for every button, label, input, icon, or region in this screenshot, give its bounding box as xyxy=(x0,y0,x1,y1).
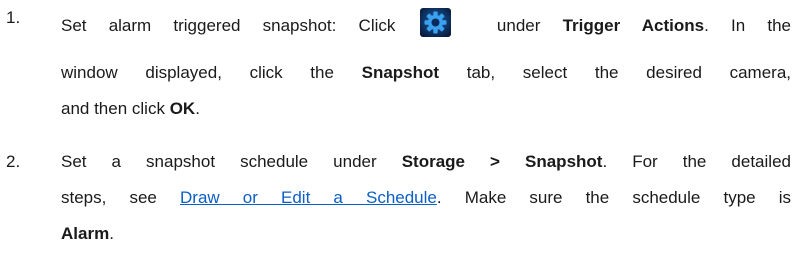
step-1-line-3: and then click OK. xyxy=(61,99,200,119)
step-text: steps, see xyxy=(61,188,180,207)
draw-or-edit-schedule-link[interactable]: Draw or Edit a Schedule xyxy=(180,188,437,207)
step-2-line-2: steps, see Draw or Edit a Schedule. Make… xyxy=(61,188,791,208)
step-text: Set alarm triggered snapshot: Click xyxy=(61,16,396,35)
step-text: under xyxy=(474,16,563,35)
settings-gear-icon xyxy=(419,8,451,37)
ui-term-storage-snapshot: Storage > Snapshot xyxy=(401,152,603,171)
step-text: . For the detailed xyxy=(602,152,791,171)
step-2-line-3: Alarm. xyxy=(61,224,114,244)
step-text: window displayed, click the xyxy=(61,63,362,82)
step-text: and then click xyxy=(61,99,170,118)
step-number: 2. xyxy=(6,152,21,171)
ui-term-ok: OK xyxy=(169,99,196,118)
ui-term-snapshot-tab: Snapshot xyxy=(361,63,440,82)
step-text: tab, select the desired camera, xyxy=(439,63,791,82)
step-2-line-1: Set a snapshot schedule under Storage > … xyxy=(61,152,791,172)
step-text: . xyxy=(109,224,114,243)
ui-term-alarm: Alarm xyxy=(61,224,110,243)
ui-term-trigger-actions: Trigger Actions xyxy=(562,16,705,35)
step-text: . Make sure the schedule type is xyxy=(436,188,791,207)
step-number: 1. xyxy=(6,8,21,27)
step-text: . xyxy=(195,99,200,118)
step-text: Set a snapshot schedule under xyxy=(61,152,402,171)
step-1-line-1: Set alarm triggered snapshot: Click unde… xyxy=(61,8,791,37)
step-1-line-2: window displayed, click the Snapshot tab… xyxy=(61,63,791,83)
step-text: . In the xyxy=(704,16,791,35)
